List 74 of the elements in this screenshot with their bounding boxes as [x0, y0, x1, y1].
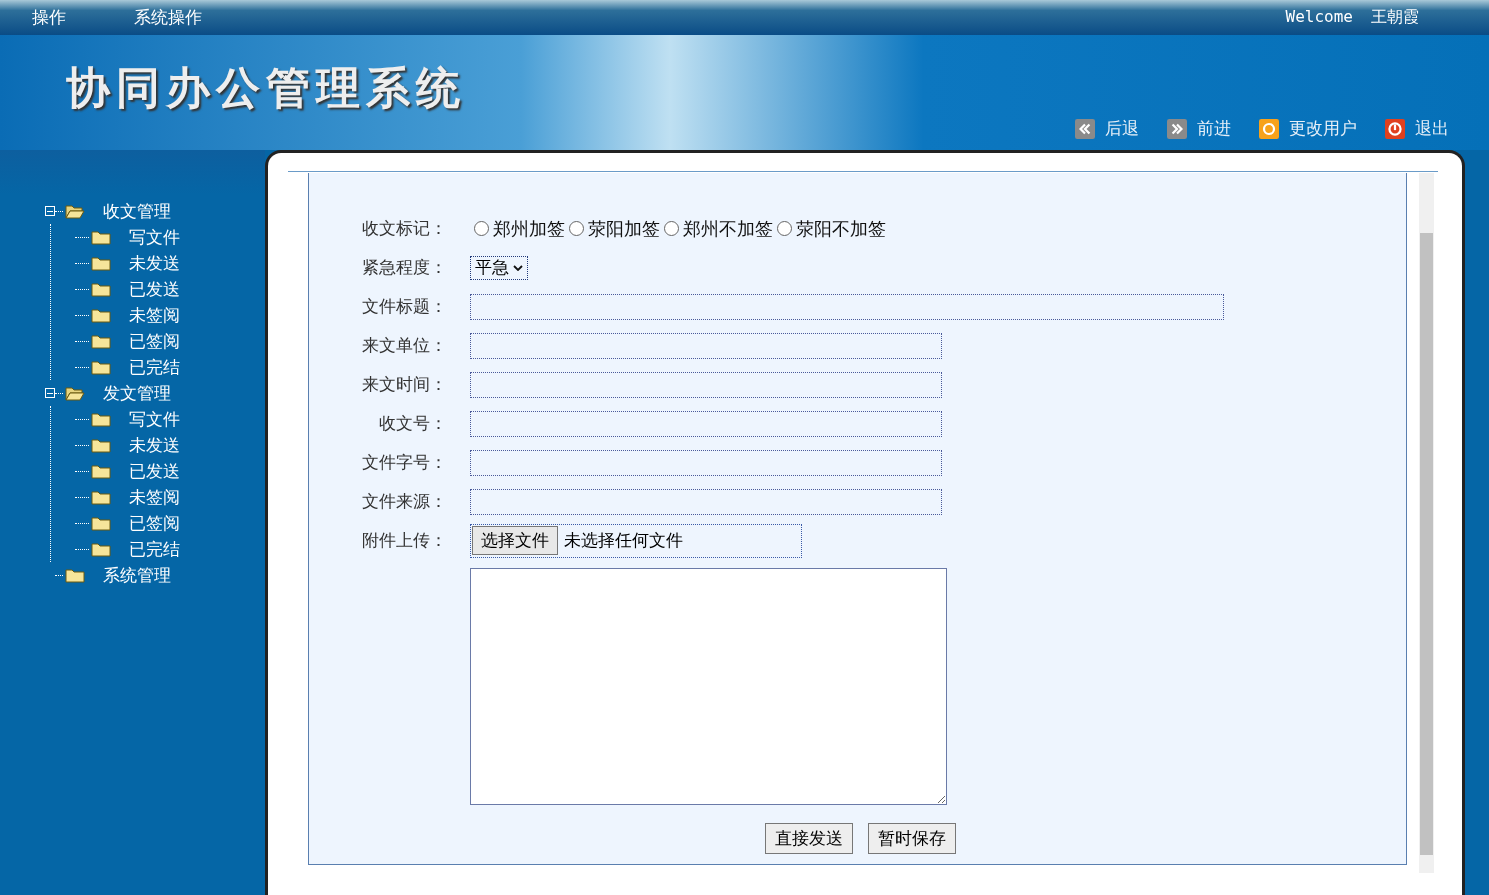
tree-item[interactable]: 已签阅: [129, 511, 180, 535]
folder-icon: [91, 255, 111, 271]
field-label: 附件上传：: [361, 529, 448, 552]
radio-button[interactable]: [777, 221, 792, 236]
form-button[interactable]: 暂时保存: [868, 823, 956, 854]
radio-label: 郑州不加签: [683, 216, 773, 241]
nav-button[interactable]: 前进: [1167, 117, 1231, 140]
tree-item[interactable]: 系统管理: [103, 563, 171, 587]
folder-icon: [91, 515, 111, 531]
folder-icon: [91, 489, 111, 505]
folder-icon: [91, 307, 111, 323]
open-folder-icon: [65, 203, 85, 219]
folder-icon: [91, 281, 111, 297]
field-label: 紧急程度：: [361, 256, 448, 279]
radio-button[interactable]: [569, 221, 584, 236]
menu-item[interactable]: 系统操作: [134, 6, 202, 29]
input-field[interactable]: [470, 332, 942, 359]
radio-button[interactable]: [474, 221, 489, 236]
input-field[interactable]: [470, 449, 942, 476]
field-label: 文件字号：: [361, 451, 448, 474]
user-name: 王朝霞: [1371, 7, 1419, 28]
field-label: 收文标记：: [361, 217, 448, 240]
radio-label: 荥阳不加签: [796, 216, 886, 241]
field-label: 来文时间：: [361, 373, 448, 396]
field-label: 文件来源：: [361, 490, 448, 513]
urgency-select[interactable]: 平急: [470, 255, 528, 280]
tree-item[interactable]: 未发送: [129, 433, 180, 457]
choose-file-button[interactable]: 选择文件: [472, 526, 558, 555]
tree-item[interactable]: 未签阅: [129, 485, 180, 509]
folder-icon: [91, 463, 111, 479]
tree-item[interactable]: 收文管理: [103, 199, 171, 223]
field-label: 文件标题：: [361, 295, 448, 318]
power-icon: [1385, 118, 1405, 139]
tree-item[interactable]: 已完结: [129, 537, 180, 561]
tree-item[interactable]: 发文管理: [103, 381, 171, 405]
nav-button[interactable]: 退出: [1385, 117, 1449, 140]
folder-icon: [65, 567, 85, 583]
folder-icon: [91, 411, 111, 427]
menu-item[interactable]: 操作: [32, 6, 66, 29]
input-field[interactable]: [470, 488, 942, 515]
field-label: 收文号：: [378, 412, 448, 435]
tree-item[interactable]: 已签阅: [129, 329, 180, 353]
tree-item[interactable]: 写文件: [129, 225, 180, 249]
collapse-toggle[interactable]: [45, 206, 55, 216]
logo-text: 协同办公管理系统: [66, 61, 466, 115]
input-field[interactable]: [470, 410, 942, 437]
tree-item[interactable]: 未发送: [129, 251, 180, 275]
welcome-text: Welcome: [1285, 7, 1353, 28]
folder-icon: [91, 437, 111, 453]
chevron-down-icon: [513, 264, 523, 271]
radio-label: 荥阳加签: [588, 216, 660, 241]
folder-icon: [91, 229, 111, 245]
tree-item[interactable]: 未签阅: [129, 303, 180, 327]
folder-icon: [91, 359, 111, 375]
radio-label: 郑州加签: [493, 216, 565, 241]
nav-button[interactable]: 更改用户: [1259, 117, 1357, 140]
form-button[interactable]: 直接发送: [765, 823, 853, 854]
radio-button[interactable]: [664, 221, 679, 236]
input-field[interactable]: [470, 293, 1224, 320]
input-field[interactable]: [470, 371, 942, 398]
tree-item[interactable]: 已发送: [129, 459, 180, 483]
ring-icon: [1259, 118, 1279, 139]
collapse-toggle[interactable]: [45, 388, 55, 398]
file-field[interactable]: 选择文件 未选择任何文件: [470, 523, 802, 558]
file-status: 未选择任何文件: [564, 529, 683, 552]
folder-icon: [91, 541, 111, 557]
scrollbar[interactable]: [1419, 173, 1434, 873]
open-folder-icon: [65, 385, 85, 401]
field-label: 来文单位：: [361, 334, 448, 357]
folder-icon: [91, 333, 111, 349]
tree-item[interactable]: 已发送: [129, 277, 180, 301]
tree-item[interactable]: 写文件: [129, 407, 180, 431]
tree-item[interactable]: 已完结: [129, 355, 180, 379]
nav-button[interactable]: 后退: [1075, 117, 1139, 140]
